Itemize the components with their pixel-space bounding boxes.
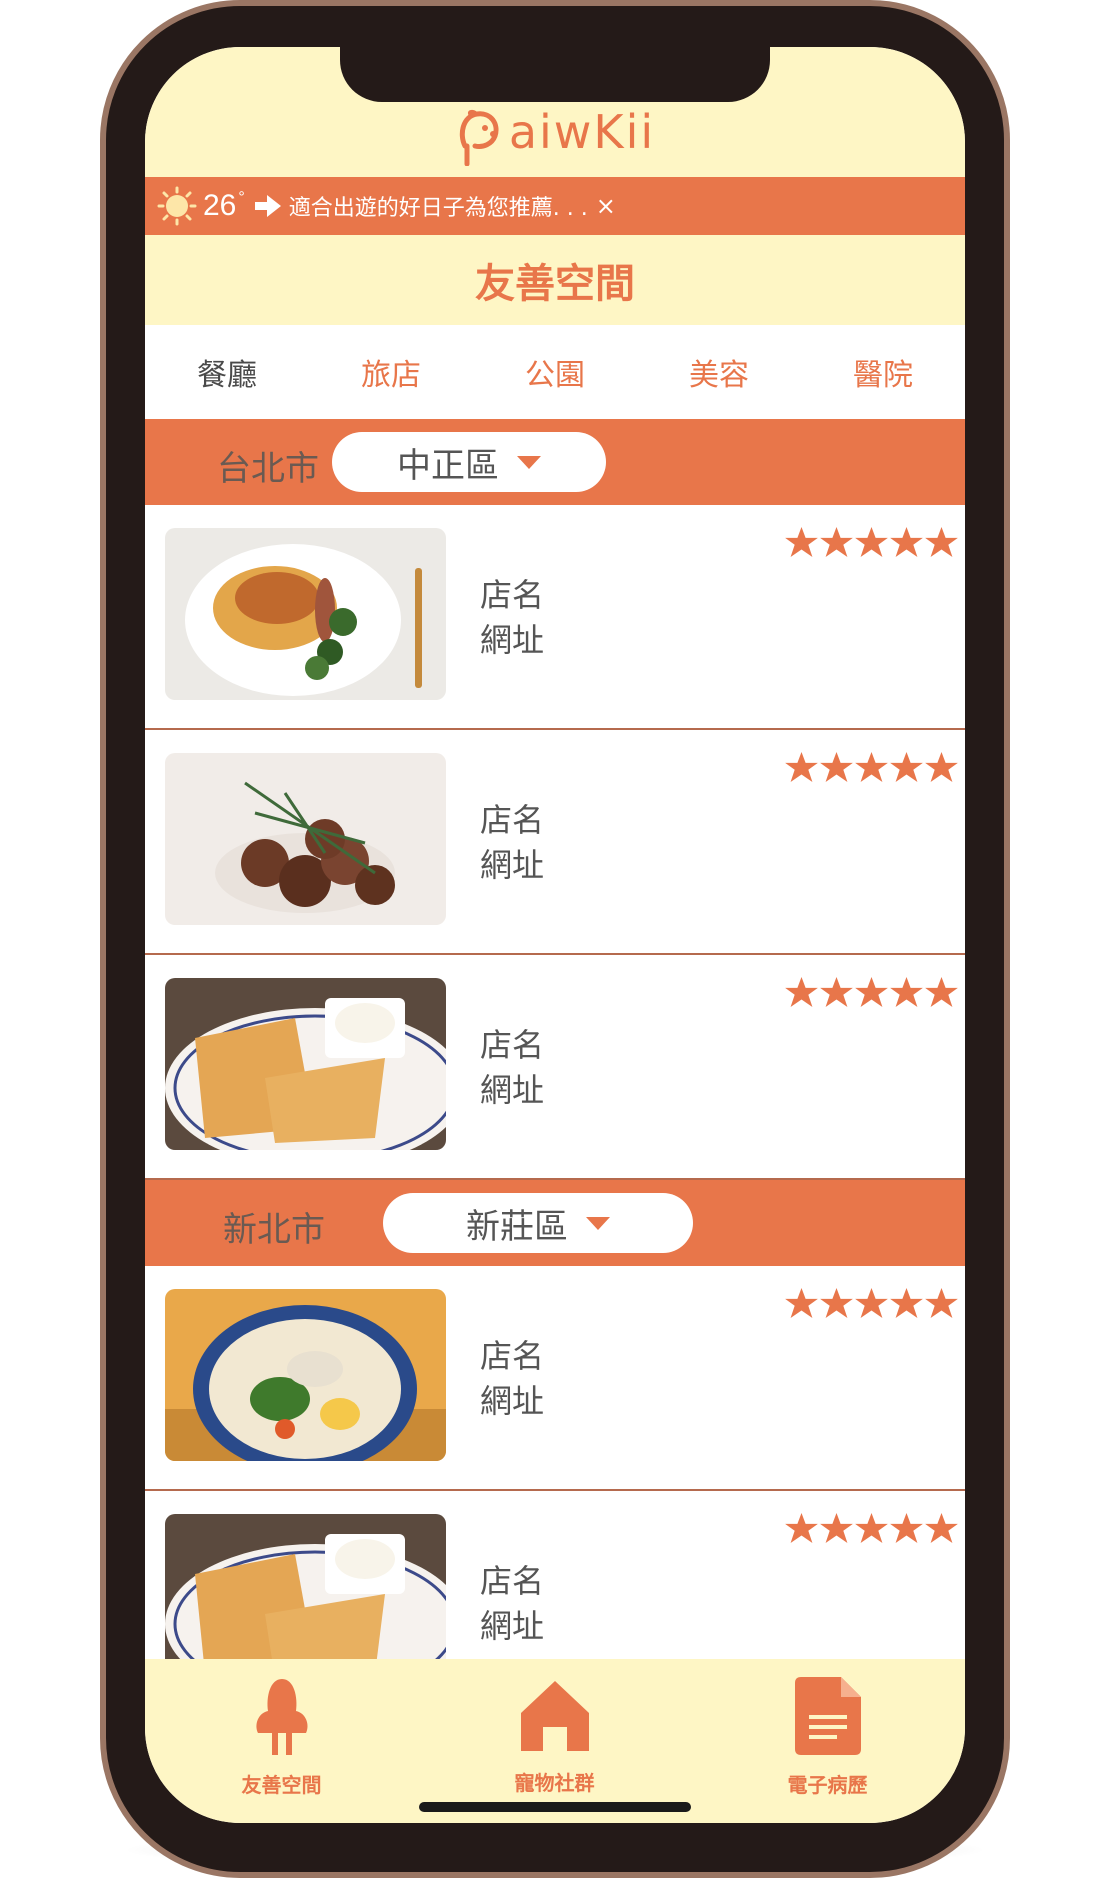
star-icon xyxy=(855,752,888,782)
home-indicator xyxy=(419,1802,691,1812)
sun-icon xyxy=(157,186,197,226)
temperature: 26 ° xyxy=(203,189,245,222)
star-icon xyxy=(820,977,853,1007)
list-item[interactable]: 店名 網址 xyxy=(145,1266,965,1491)
arrow-right-icon xyxy=(254,195,281,217)
app-logo[interactable]: aiwKii xyxy=(145,105,965,166)
star-icon xyxy=(925,752,958,782)
item-address: 網址 xyxy=(480,621,545,659)
rating-stars xyxy=(785,1288,960,1318)
city-name: 台北市 xyxy=(217,449,319,489)
star-icon xyxy=(855,977,888,1007)
district-dropdown[interactable]: 中正區 xyxy=(332,432,606,492)
chevron-down-icon xyxy=(517,455,541,469)
star-icon xyxy=(785,527,818,557)
tab-park[interactable]: 公園 xyxy=(473,350,637,394)
item-address: 網址 xyxy=(480,1071,545,1109)
tab-hospital[interactable]: 醫院 xyxy=(801,350,965,394)
app-screen: aiwKii 26 ° 適合出遊的好日子為您推薦. . . × 友善空間 餐廳 旅… xyxy=(145,47,965,1823)
city-filter-bar: 台北市 中正區 xyxy=(145,419,965,505)
star-icon xyxy=(785,1513,818,1543)
district-label: 新莊區 xyxy=(466,1206,568,1247)
star-icon xyxy=(890,977,923,1007)
document-icon xyxy=(794,1677,861,1755)
nav-pet-community[interactable]: 寵物社群 xyxy=(418,1659,691,1823)
phone-notch xyxy=(340,47,770,102)
star-icon xyxy=(925,527,958,557)
tab-restaurant[interactable]: 餐廳 xyxy=(145,350,309,394)
star-icon xyxy=(820,1513,853,1543)
item-address: 網址 xyxy=(480,846,545,884)
home-icon xyxy=(520,1681,589,1751)
star-icon xyxy=(890,752,923,782)
district-dropdown[interactable]: 新莊區 xyxy=(383,1193,693,1253)
rating-stars xyxy=(785,752,960,782)
star-icon xyxy=(855,1288,888,1318)
star-icon xyxy=(855,527,888,557)
item-name: 店名 xyxy=(480,576,545,614)
chevron-down-icon xyxy=(586,1216,610,1230)
nav-label: 電子病歷 xyxy=(787,1773,868,1797)
page-title-bar: 友善空間 xyxy=(145,235,965,325)
city-name: 新北市 xyxy=(223,1210,325,1250)
logo-text: aiwKii xyxy=(508,105,656,159)
page-title: 友善空間 xyxy=(475,261,635,307)
nav-label: 友善空間 xyxy=(241,1773,322,1797)
tab-hotel[interactable]: 旅店 xyxy=(309,350,473,394)
list-item[interactable]: 店名 網址 xyxy=(145,505,965,730)
bottom-nav: 友善空間 寵物社群 電子病歷 xyxy=(145,1659,965,1823)
district-label: 中正區 xyxy=(397,445,499,486)
star-icon xyxy=(855,1513,888,1543)
dog-logo-icon xyxy=(459,109,499,166)
tab-grooming[interactable]: 美容 xyxy=(637,350,801,394)
nav-friendly-space[interactable]: 友善空間 xyxy=(145,1659,418,1823)
item-name: 店名 xyxy=(480,1337,545,1375)
item-name: 店名 xyxy=(480,1026,545,1064)
star-icon xyxy=(890,527,923,557)
weather-banner: 26 ° 適合出遊的好日子為您推薦. . . × xyxy=(145,177,965,235)
noodle-soup-photo xyxy=(165,1289,446,1461)
star-icon xyxy=(925,1288,958,1318)
spaghetti-photo xyxy=(165,528,446,700)
star-icon xyxy=(890,1513,923,1543)
star-icon xyxy=(785,752,818,782)
nav-medical-record[interactable]: 電子病歷 xyxy=(691,1659,964,1823)
close-banner-button[interactable]: × xyxy=(596,192,616,220)
star-icon xyxy=(925,977,958,1007)
weather-message[interactable]: 適合出遊的好日子為您推薦. . . xyxy=(289,190,588,222)
list-item[interactable]: 店名 網址 xyxy=(145,955,965,1180)
star-icon xyxy=(820,1288,853,1318)
category-tabs: 餐廳 旅店 公園 美容 醫院 xyxy=(145,325,965,419)
rating-stars xyxy=(785,1513,960,1543)
item-address: 網址 xyxy=(480,1607,545,1645)
tree-icon xyxy=(255,1679,308,1755)
rating-stars xyxy=(785,527,960,557)
rating-stars xyxy=(785,977,960,1007)
star-icon xyxy=(785,1288,818,1318)
item-name: 店名 xyxy=(480,801,545,839)
nav-label: 寵物社群 xyxy=(514,1771,595,1795)
list-item[interactable]: 店名 網址 xyxy=(145,730,965,955)
star-icon xyxy=(925,1513,958,1543)
waffle-photo xyxy=(165,978,446,1150)
star-icon xyxy=(890,1288,923,1318)
item-name: 店名 xyxy=(480,1562,545,1600)
item-address: 網址 xyxy=(480,1382,545,1420)
city-filter-bar: 新北市 新莊區 xyxy=(145,1180,965,1266)
star-icon xyxy=(785,977,818,1007)
fried-pork-photo xyxy=(165,753,446,925)
star-icon xyxy=(820,527,853,557)
star-icon xyxy=(820,752,853,782)
